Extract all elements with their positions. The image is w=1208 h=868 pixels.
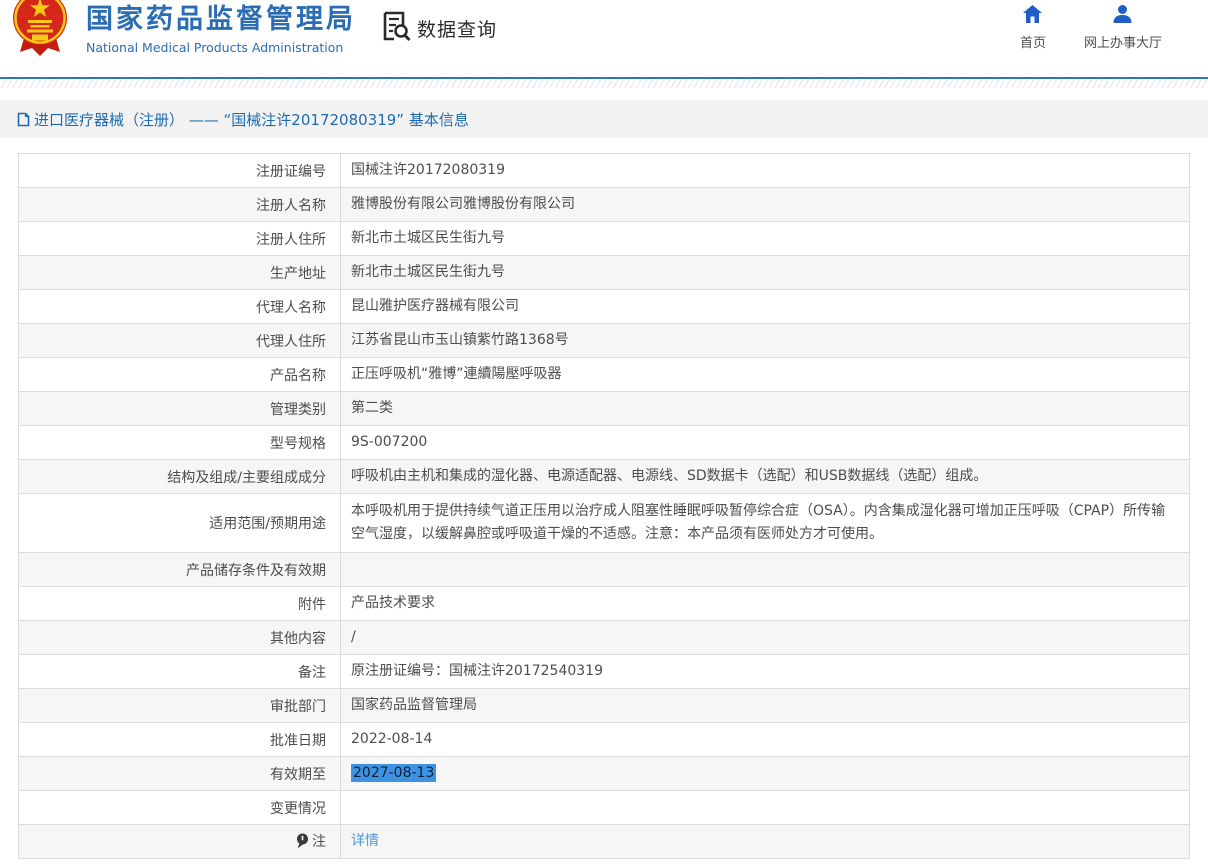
page-title-bar: 进口医疗器械（注册） —— “国械注许20172080319” 基本信息: [0, 100, 1208, 138]
table-row: 注详情: [19, 825, 1190, 859]
table-row: 有效期至 2027-08-13: [19, 757, 1190, 791]
table-row: 型号规格9S-007200: [19, 426, 1190, 460]
row-value: 原注册证编号：国械注许20172540319: [341, 655, 1190, 689]
row-label: 管理类别: [19, 392, 341, 426]
row-value: 雅博股份有限公司雅博股份有限公司: [341, 188, 1190, 222]
doc-search-icon: [381, 10, 411, 46]
table-row: 适用范围/预期用途本呼吸机用于提供持续气道正压用以治疗成人阻塞性睡眠呼吸暂停综合…: [19, 494, 1190, 553]
table-row: 注册证编号国械注许20172080319: [19, 154, 1190, 188]
row-label: 型号规格: [19, 426, 341, 460]
row-label: 批准日期: [19, 723, 341, 757]
data-query-label: 数据查询: [417, 15, 497, 42]
nav-service-hall-label: 网上办事大厅: [1084, 32, 1162, 51]
site-title: 国家药品监督管理局: [86, 3, 356, 37]
row-value: 新北市土城区民生街九号: [341, 256, 1190, 290]
table-row: 产品名称正压呼吸机“雅博”連續陽壓呼吸器: [19, 358, 1190, 392]
document-icon: [17, 112, 30, 127]
user-icon: [1113, 5, 1132, 27]
national-emblem-icon[interactable]: [10, 0, 70, 58]
row-label: 产品名称: [19, 358, 341, 392]
site-subtitle: National Medical Products Administration: [86, 40, 356, 55]
hatch-strip: [0, 79, 1208, 88]
note-balloon-icon: [296, 833, 309, 853]
table-row: 结构及组成/主要组成成分呼吸机由主机和集成的湿化器、电源适配器、电源线、SD数据…: [19, 460, 1190, 494]
page-title: 进口医疗器械（注册） —— “国械注许20172080319” 基本信息: [34, 109, 469, 130]
row-label: 变更情况: [19, 791, 341, 825]
table-row: 生产地址新北市土城区民生街九号: [19, 256, 1190, 290]
table-row: 备注原注册证编号：国械注许20172540319: [19, 655, 1190, 689]
info-table-body: 注册证编号国械注许20172080319注册人名称雅博股份有限公司雅博股份有限公…: [19, 154, 1190, 859]
row-label: 生产地址: [19, 256, 341, 290]
row-label: 产品储存条件及有效期: [19, 553, 341, 587]
data-query-section[interactable]: 数据查询: [381, 10, 497, 46]
row-label: 注: [19, 825, 341, 859]
row-value: 2022-08-14: [341, 723, 1190, 757]
row-value: 正压呼吸机“雅博”連續陽壓呼吸器: [341, 358, 1190, 392]
nav-service-hall[interactable]: 网上办事大厅: [1084, 5, 1162, 51]
nav-home-label: 首页: [1020, 32, 1046, 51]
row-value: 产品技术要求: [341, 587, 1190, 621]
row-value: 国家药品监督管理局: [341, 689, 1190, 723]
table-row: 管理类别第二类: [19, 392, 1190, 426]
table-row: 代理人名称昆山雅护医疗器械有限公司: [19, 290, 1190, 324]
row-label: 注册证编号: [19, 154, 341, 188]
details-link[interactable]: 详情: [351, 833, 379, 849]
registration-info-table: 注册证编号国械注许20172080319注册人名称雅博股份有限公司雅博股份有限公…: [18, 153, 1190, 859]
row-value: [341, 791, 1190, 825]
row-value: 呼吸机由主机和集成的湿化器、电源适配器、电源线、SD数据卡（选配）和USB数据线…: [341, 460, 1190, 494]
expiry-date-selected-text: 2027-08-13: [351, 764, 436, 782]
table-row: 审批部门国家药品监督管理局: [19, 689, 1190, 723]
row-value: 本呼吸机用于提供持续气道正压用以治疗成人阻塞性睡眠呼吸暂停综合症（OSA）。内含…: [341, 494, 1190, 553]
row-value: 2027-08-13: [341, 757, 1190, 791]
header-nav: 首页 网上办事大厅: [1020, 5, 1162, 51]
row-value: [341, 553, 1190, 587]
table-row: 注册人住所新北市土城区民生街九号: [19, 222, 1190, 256]
table-row: 变更情况: [19, 791, 1190, 825]
row-value: 9S-007200: [341, 426, 1190, 460]
row-value: 新北市土城区民生街九号: [341, 222, 1190, 256]
row-value: 详情: [341, 825, 1190, 859]
row-label: 注册人名称: [19, 188, 341, 222]
row-value: 国械注许20172080319: [341, 154, 1190, 188]
row-label: 注册人住所: [19, 222, 341, 256]
row-label: 结构及组成/主要组成成分: [19, 460, 341, 494]
table-row: 附件产品技术要求: [19, 587, 1190, 621]
row-value: 昆山雅护医疗器械有限公司: [341, 290, 1190, 324]
row-value: /: [341, 621, 1190, 655]
row-label: 有效期至: [19, 757, 341, 791]
row-label: 附件: [19, 587, 341, 621]
row-value: 江苏省昆山市玉山镇紫竹路1368号: [341, 324, 1190, 358]
row-label: 其他内容: [19, 621, 341, 655]
table-row: 代理人住所江苏省昆山市玉山镇紫竹路1368号: [19, 324, 1190, 358]
table-row: 产品储存条件及有效期: [19, 553, 1190, 587]
registration-info-table-wrap: 注册证编号国械注许20172080319注册人名称雅博股份有限公司雅博股份有限公…: [18, 153, 1190, 859]
table-row: 其他内容/: [19, 621, 1190, 655]
table-row: 批准日期2022-08-14: [19, 723, 1190, 757]
row-label: 代理人名称: [19, 290, 341, 324]
row-label: 备注: [19, 655, 341, 689]
row-value: 第二类: [341, 392, 1190, 426]
row-label: 审批部门: [19, 689, 341, 723]
site-header: 国家药品监督管理局 National Medical Products Admi…: [0, 0, 1208, 77]
table-row: 注册人名称雅博股份有限公司雅博股份有限公司: [19, 188, 1190, 222]
row-label: 代理人住所: [19, 324, 341, 358]
row-label: 适用范围/预期用途: [19, 494, 341, 553]
home-icon: [1023, 5, 1042, 27]
nav-home[interactable]: 首页: [1020, 5, 1046, 51]
